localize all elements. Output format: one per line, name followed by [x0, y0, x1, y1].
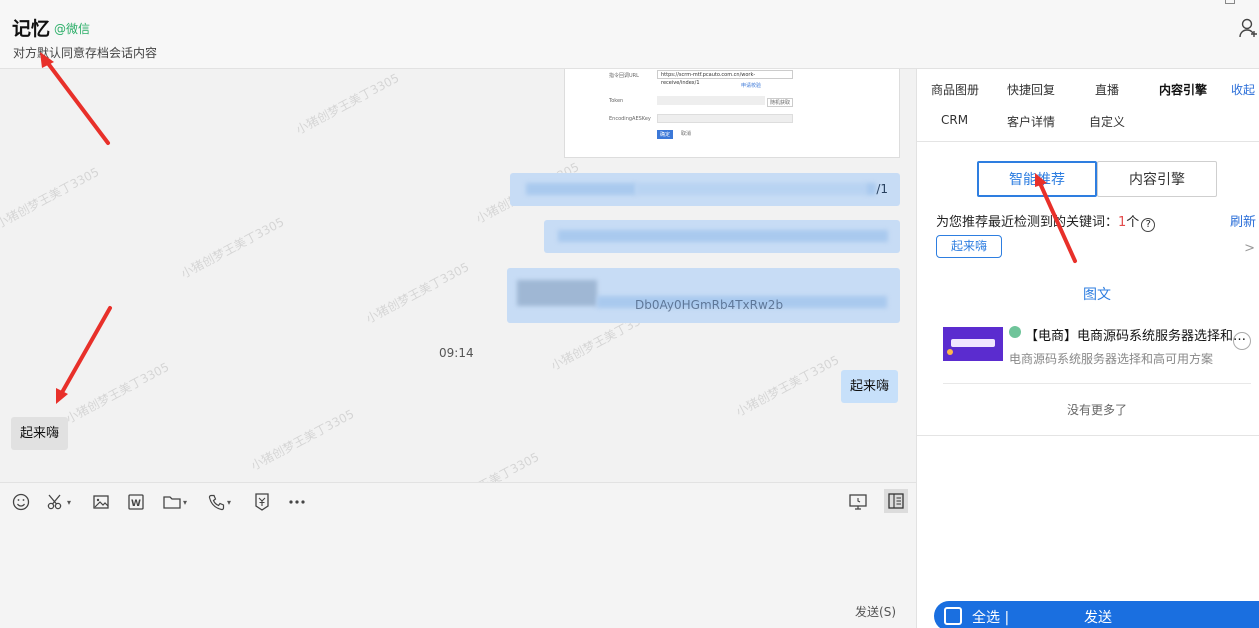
watermark: 小猪创梦王美丁3305: [293, 70, 402, 138]
blurred-message-3-text: Db0Ay0HGmRb4TxRw2b: [635, 298, 784, 312]
keyword-suffix: 个: [1126, 215, 1140, 230]
smart-recommend-segment[interactable]: 智能推荐: [977, 161, 1097, 197]
blurred-message-1-tail: /1: [876, 182, 888, 196]
window-minimize-icon[interactable]: [1225, 0, 1235, 4]
content-engine-segment[interactable]: 内容引擎: [1097, 161, 1217, 197]
send-button[interactable]: 发送(S): [855, 603, 896, 620]
shot-url-field: https://scrm-mtf.pcauto.com.cn/work-rece…: [657, 70, 793, 86]
archive-notice: 对方默认同意存档会话内容: [13, 46, 158, 60]
shot-token-label: Token: [609, 98, 624, 104]
side-panel-icon[interactable]: [884, 489, 908, 513]
message-time: 09:14: [439, 346, 474, 360]
tab-customer-detail[interactable]: 客户详情: [1007, 113, 1055, 130]
blurred-message-3[interactable]: Db0Ay0HGmRb4TxRw2b: [507, 268, 900, 323]
chat-header: 记忆 @微信 对方默认同意存档会话内容: [0, 0, 1259, 69]
watermark: 小猪创梦王美丁3305: [363, 259, 472, 327]
divider: [917, 141, 1259, 142]
wecom-chat-window: 记忆 @微信 对方默认同意存档会话内容 小猪创梦王美丁3305 小猪创梦王美丁3…: [0, 0, 1259, 628]
article-description: 电商源码系统服务器选择和高可用方案: [1009, 352, 1214, 366]
collapse-link[interactable]: 收起: [1231, 81, 1255, 98]
shot-aes-label: EncodingAESKey: [609, 116, 651, 122]
tab-custom[interactable]: 自定义: [1089, 113, 1125, 130]
select-all-label[interactable]: 全选 |: [972, 607, 1009, 627]
article-select-radio[interactable]: [1233, 332, 1251, 350]
contact-name[interactable]: 记忆: [12, 14, 50, 41]
shot-aes-field: [657, 114, 793, 123]
word-doc-icon[interactable]: W: [128, 491, 144, 513]
article-item[interactable]: 【电商】电商源码系统服务器选择和高可用方案 电商源码系统服务器选择和高可用方案: [943, 324, 1253, 384]
watermark: 小猪创梦王美丁3305: [0, 164, 102, 232]
emoji-icon[interactable]: [12, 491, 30, 513]
message-input[interactable]: 发送(S): [0, 520, 916, 628]
input-toolbar: ▾ W ▾ ▾: [0, 482, 916, 520]
keyword-summary: 为您推荐最近检测到的关键词：1个?: [936, 211, 1156, 232]
tab-quick-reply[interactable]: 快捷回复: [1007, 81, 1055, 98]
message-list[interactable]: 小猪创梦王美丁3305 小猪创梦王美丁3305 小猪创梦王美丁3305 小猪创梦…: [0, 69, 916, 482]
refresh-link[interactable]: 刷新: [1230, 211, 1256, 230]
folder-icon[interactable]: ▾: [163, 491, 187, 513]
article-title: 【电商】电商源码系统服务器选择和高可用方案: [1025, 329, 1251, 344]
article-thumbnail: [943, 327, 1003, 361]
watermark: 小猪创梦王美丁3305: [63, 359, 172, 427]
tab-content-engine[interactable]: 内容引擎: [1159, 81, 1207, 98]
shot-confirm-button: 确定: [657, 130, 673, 139]
add-member-icon[interactable]: [1239, 18, 1259, 40]
watermark: 小猪创梦王美丁3305: [733, 352, 842, 420]
watermark: 小猪创梦王美丁3305: [248, 406, 357, 474]
article-type-icon: [1009, 326, 1021, 338]
scissors-icon[interactable]: ▾: [47, 491, 71, 513]
blurred-message-1[interactable]: /1: [510, 173, 900, 206]
tab-product-album[interactable]: 商品图册: [931, 81, 979, 98]
image-icon[interactable]: [93, 491, 109, 513]
tab-live[interactable]: 直播: [1095, 81, 1119, 98]
watermark: 小猪创梦王美丁3305: [433, 448, 542, 482]
divider: [943, 383, 1251, 384]
keyword-prefix: 为您推荐最近检测到的关键词：: [936, 215, 1119, 230]
batch-action-bar: 全选 | 发送: [934, 601, 1259, 628]
svg-text:W: W: [131, 499, 141, 509]
section-title: 图文: [1083, 287, 1111, 303]
no-more-text: 没有更多了: [1067, 403, 1128, 417]
shot-generate-link: 申请校验: [741, 83, 762, 89]
incoming-message[interactable]: 起来嗨: [11, 417, 69, 450]
chevron-right-icon[interactable]: >: [1244, 241, 1255, 256]
side-panel: 商品图册 快捷回复 直播 内容引擎 收起 CRM 客户详情 自定义 智能推荐 内…: [916, 69, 1259, 628]
shot-token-field: [657, 96, 765, 105]
select-all-checkbox[interactable]: [944, 607, 962, 625]
outgoing-message[interactable]: 起来嗨: [841, 370, 899, 403]
shot-cancel-text: 取消: [681, 131, 692, 137]
shot-random-button: 随机获取: [767, 98, 794, 107]
red-packet-icon[interactable]: [254, 491, 270, 513]
help-icon[interactable]: ?: [1141, 218, 1156, 232]
blurred-message-2[interactable]: [544, 220, 900, 253]
divider: [917, 435, 1259, 436]
phone-icon[interactable]: ▾: [208, 491, 231, 513]
shot-url-label: 指令回调URL: [609, 73, 639, 79]
tab-crm[interactable]: CRM: [941, 113, 968, 127]
batch-send-button[interactable]: 发送: [1084, 607, 1112, 627]
screen-share-icon[interactable]: [849, 491, 867, 513]
contact-source-tag: @微信: [54, 22, 91, 36]
more-icon[interactable]: [288, 491, 306, 513]
keyword-chip[interactable]: 起来嗨: [936, 235, 1003, 258]
watermark: 小猪创梦王美丁3305: [178, 214, 287, 282]
image-message[interactable]: 指令回调URL https://scrm-mtf.pcauto.com.cn/w…: [564, 69, 900, 158]
